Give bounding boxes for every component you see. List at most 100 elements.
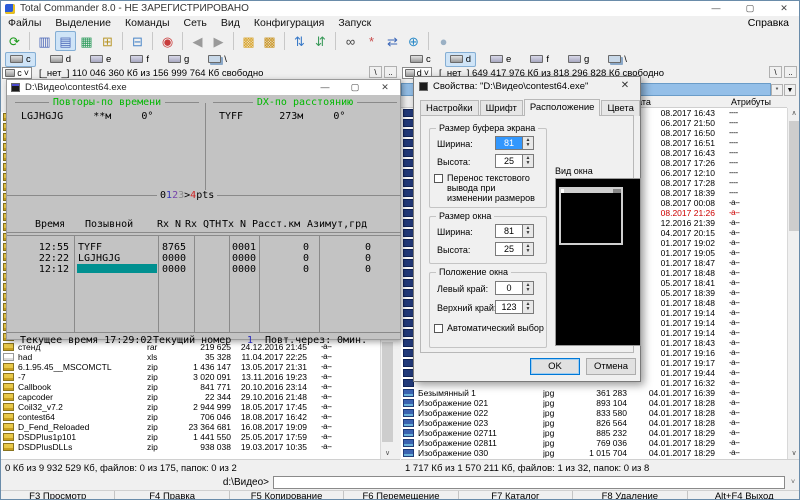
- right-panel-scrollbar[interactable]: ∧ ∨: [787, 108, 800, 459]
- file-row[interactable]: Безымянный 1jpg361 28304.01.2017 16:39-a…: [401, 388, 787, 398]
- file-row[interactable]: Изображение 021jpg893 10404.01.2017 18:2…: [401, 398, 787, 408]
- spinner[interactable]: ▲▼: [523, 300, 534, 314]
- favorites-button[interactable]: *: [771, 84, 783, 96]
- window-height-input[interactable]: 25: [495, 242, 523, 256]
- fn-button[interactable]: F6 Перемещение: [343, 491, 457, 500]
- back-icon[interactable]: ◀: [187, 31, 208, 51]
- branch-view-icon[interactable]: ▩: [238, 31, 259, 51]
- drive-button-g[interactable]: g: [563, 52, 594, 67]
- refresh-icon[interactable]: ⟳: [4, 31, 25, 51]
- file-row[interactable]: -7zip3 020 09113.11.2016 19:23-a--: [1, 372, 380, 382]
- search-binoculars-icon[interactable]: ∞: [340, 31, 361, 51]
- drive-button-g[interactable]: g: [163, 52, 194, 67]
- file-row[interactable]: Изображение 030jpg1 015 70404.01.2017 18…: [401, 448, 787, 458]
- menu-item-help[interactable]: Справка: [748, 16, 789, 30]
- spinner[interactable]: ▲▼: [523, 242, 534, 256]
- multi-rename-icon[interactable]: *: [361, 31, 382, 51]
- window-width-input[interactable]: 81: [495, 224, 523, 238]
- menu-item[interactable]: Вид: [214, 17, 247, 29]
- drive-button-e[interactable]: e: [485, 52, 516, 67]
- drive-button-f[interactable]: f: [125, 52, 154, 67]
- network-icon[interactable]: ⊕: [403, 31, 424, 51]
- menu-item[interactable]: Выделение: [48, 17, 118, 29]
- file-row[interactable]: 6.1.95.45__MSCOMCTLzip1 436 14713.05.201…: [1, 362, 380, 372]
- scroll-up-icon[interactable]: ∧: [788, 108, 800, 119]
- ok-button[interactable]: OK: [530, 358, 580, 375]
- file-row[interactable]: Изображение 023jpg826 56404.01.2017 18:2…: [401, 418, 787, 428]
- view-brief-icon[interactable]: ▥: [34, 31, 55, 51]
- ftp-connect-icon[interactable]: ⇅: [289, 31, 310, 51]
- tab-settings[interactable]: Настройки: [420, 100, 479, 116]
- menu-item[interactable]: Запуск: [331, 17, 378, 29]
- file-row[interactable]: capcoderzip22 34429.10.2016 21:48-a--: [1, 392, 380, 402]
- spinner-down-icon[interactable]: ▼: [526, 143, 531, 148]
- cancel-button[interactable]: Отмена: [586, 358, 636, 375]
- dir-tree-icon[interactable]: ⊟: [127, 31, 148, 51]
- file-row[interactable]: DSDPlus1p101zip1 441 55025.05.2017 17:59…: [1, 432, 380, 442]
- thumbnails-view-icon[interactable]: ▦: [76, 31, 97, 51]
- drive-button-d[interactable]: d: [445, 52, 476, 67]
- drive-button-e[interactable]: e: [85, 52, 116, 67]
- spinner-down-icon[interactable]: ▼: [526, 307, 531, 312]
- ftp-upload-icon[interactable]: ⇵: [310, 31, 331, 51]
- file-row[interactable]: contest64zip706 04618.08.2017 16:42-a--: [1, 412, 380, 422]
- help-icon[interactable]: ●: [433, 31, 454, 51]
- drive-button-f[interactable]: f: [525, 52, 554, 67]
- menu-item[interactable]: Сеть: [177, 17, 214, 29]
- parent-dir-button[interactable]: ..: [384, 66, 397, 78]
- pack-files-icon[interactable]: ▩: [259, 31, 280, 51]
- fn-button[interactable]: F4 Правка: [114, 491, 228, 500]
- menu-item[interactable]: Команды: [118, 17, 177, 29]
- spinner[interactable]: ▲▼: [523, 154, 534, 168]
- drive-button-d[interactable]: d: [45, 52, 76, 67]
- file-row[interactable]: Изображение 02811jpg769 03604.01.2017 18…: [401, 438, 787, 448]
- wrap-output-checkbox[interactable]: [434, 174, 443, 183]
- maximize-button[interactable]: ▢: [340, 80, 370, 95]
- fn-button[interactable]: F7 Каталог: [458, 491, 572, 500]
- compare-dirs-icon[interactable]: ⊞: [97, 31, 118, 51]
- scrollbar-thumb[interactable]: [382, 342, 393, 442]
- fn-button[interactable]: Alt+F4 Выход: [687, 491, 800, 500]
- parent-dir-button[interactable]: ..: [784, 66, 797, 78]
- spinner[interactable]: ▲▼: [523, 281, 534, 295]
- tab-font[interactable]: Шрифт: [480, 100, 523, 116]
- tab-layout[interactable]: Расположение: [524, 99, 601, 116]
- minimize-button[interactable]: —: [699, 1, 733, 16]
- view-details-icon[interactable]: ▤: [55, 31, 76, 51]
- fn-button[interactable]: F3 Просмотр: [1, 491, 114, 500]
- drive-combo-left[interactable]: c ˅: [2, 67, 32, 79]
- drive-button-\[interactable]: \: [203, 52, 232, 67]
- sync-dirs-icon[interactable]: ⇄: [382, 31, 403, 51]
- buffer-width-input[interactable]: 81: [495, 136, 523, 150]
- console-title-bar[interactable]: D:\Видео\contest64.exe — ▢ ✕: [7, 80, 400, 95]
- drive-button-c[interactable]: c: [5, 52, 36, 67]
- dialog-title-bar[interactable]: Свойства: "D:\Видео\contest64.exe": [414, 77, 640, 95]
- left-edge-input[interactable]: 0: [495, 281, 523, 295]
- minimize-button[interactable]: —: [310, 80, 340, 95]
- scrollbar-thumb[interactable]: [789, 121, 799, 231]
- fn-button[interactable]: F8 Удаление: [572, 491, 686, 500]
- chevron-down-icon[interactable]: ˅: [787, 477, 799, 489]
- close-button[interactable]: ✕: [370, 80, 400, 95]
- menu-item[interactable]: Конфигурация: [247, 17, 331, 29]
- forward-icon[interactable]: ▶: [208, 31, 229, 51]
- scroll-down-icon[interactable]: ∨: [788, 448, 800, 459]
- target-icon[interactable]: ◉: [157, 31, 178, 51]
- history-button[interactable]: ▼: [784, 84, 796, 96]
- file-row[interactable]: hadxls35 32811.04.2017 22:25-a--: [1, 352, 380, 362]
- file-row[interactable]: Изображение 022jpg833 58004.01.2017 18:2…: [401, 408, 787, 418]
- file-row[interactable]: Coil32_v7.2zip2 944 99918.05.2017 17:45-…: [1, 402, 380, 412]
- auto-position-checkbox[interactable]: [434, 324, 443, 333]
- header-attr[interactable]: Атрибуты: [731, 97, 771, 107]
- root-dir-button[interactable]: \: [769, 66, 782, 78]
- close-icon[interactable]: ✕: [610, 77, 640, 95]
- file-row[interactable]: Callbookzip841 77120.10.2016 23:14-a--: [1, 382, 380, 392]
- file-row[interactable]: DSDPlusDLLszip938 03819.03.2017 10:35-a-…: [1, 442, 380, 452]
- maximize-button[interactable]: ▢: [733, 1, 767, 16]
- spinner-down-icon[interactable]: ▼: [526, 161, 531, 166]
- command-input[interactable]: [273, 476, 785, 489]
- spinner-down-icon[interactable]: ▼: [526, 231, 531, 236]
- file-row[interactable]: D_Fend_Reloadedzip23 364 68116.08.2017 1…: [1, 422, 380, 432]
- scroll-down-icon[interactable]: ∨: [381, 448, 394, 459]
- file-row[interactable]: Изображение 02711jpg885 23204.01.2017 18…: [401, 428, 787, 438]
